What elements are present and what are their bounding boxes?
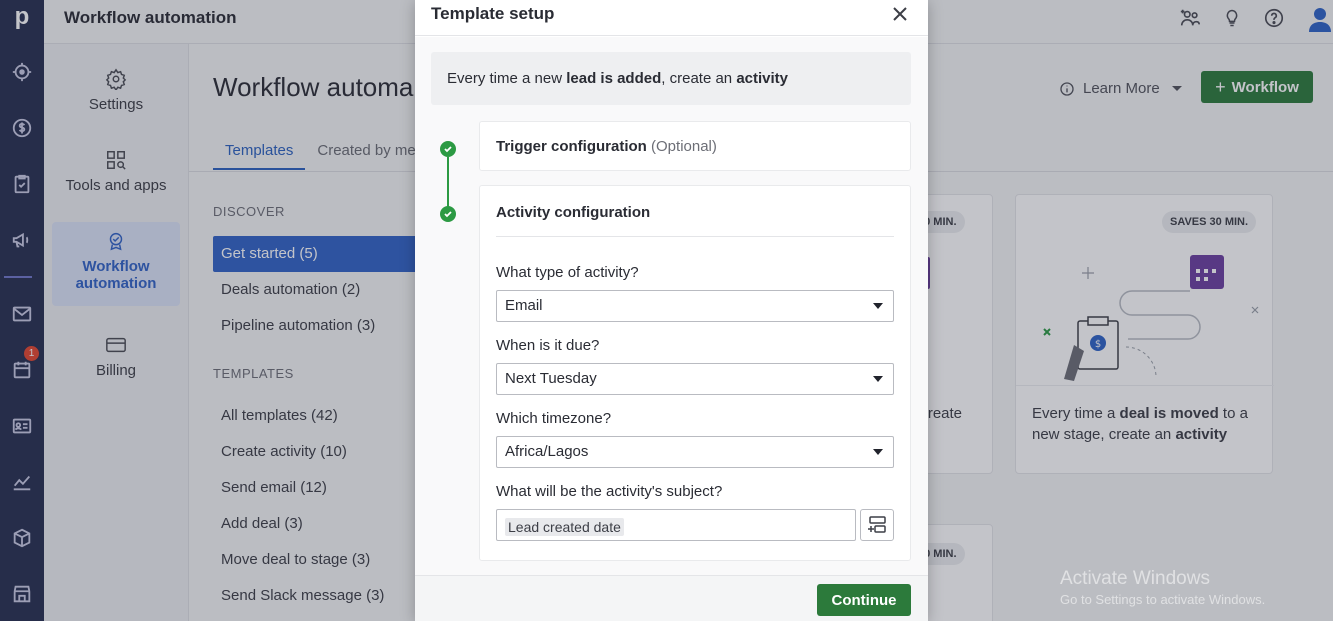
trigger-configuration-title: Trigger configuration (Optional) xyxy=(496,138,717,155)
subject-label: What will be the activity's subject? xyxy=(496,483,723,500)
watermark-line-1: Activate Windows xyxy=(1060,568,1210,589)
insert-field-button[interactable] xyxy=(860,509,894,541)
caret-down-icon xyxy=(873,376,883,382)
modal-body: Every time a new lead is added, create a… xyxy=(415,37,928,575)
activity-type-label: What type of activity? xyxy=(496,264,639,281)
step-complete-check-icon xyxy=(440,141,456,157)
template-setup-modal: Template setup Every time a new lead is … xyxy=(415,0,928,621)
activity-type-value: Email xyxy=(505,297,543,314)
step-connector xyxy=(447,157,449,213)
continue-button[interactable]: Continue xyxy=(817,584,911,616)
close-icon[interactable] xyxy=(889,3,911,25)
due-date-label: When is it due? xyxy=(496,337,600,354)
activity-type-select[interactable]: Email xyxy=(496,290,894,322)
step-complete-check-icon xyxy=(440,206,456,222)
watermark-line-2: Go to Settings to activate Windows. xyxy=(1060,592,1266,607)
activate-windows-watermark: Activate Windows Go to Settings to activ… xyxy=(1060,568,1265,607)
insert-field-icon xyxy=(868,516,886,533)
activity-configuration-title: Activity configuration xyxy=(496,204,651,221)
template-summary: Every time a new lead is added, create a… xyxy=(431,52,911,105)
modal-title: Template setup xyxy=(431,4,555,23)
timezone-value: Africa/Lagos xyxy=(505,443,589,460)
subject-input[interactable]: Lead created date xyxy=(496,509,856,541)
caret-down-icon xyxy=(873,449,883,455)
timezone-select[interactable]: Africa/Lagos xyxy=(496,436,894,468)
due-date-select[interactable]: Next Tuesday xyxy=(496,363,894,395)
trigger-configuration-panel[interactable]: Trigger configuration (Optional) xyxy=(479,121,911,171)
modal-footer: Continue xyxy=(415,575,928,621)
modal-header: Template setup xyxy=(415,0,928,36)
caret-down-icon xyxy=(873,303,883,309)
timezone-label: Which timezone? xyxy=(496,410,612,427)
due-date-value: Next Tuesday xyxy=(505,370,597,387)
activity-configuration-panel: Activity configuration What type of acti… xyxy=(479,185,911,561)
subject-field-chip[interactable]: Lead created date xyxy=(505,518,624,536)
panel-divider xyxy=(496,236,894,237)
